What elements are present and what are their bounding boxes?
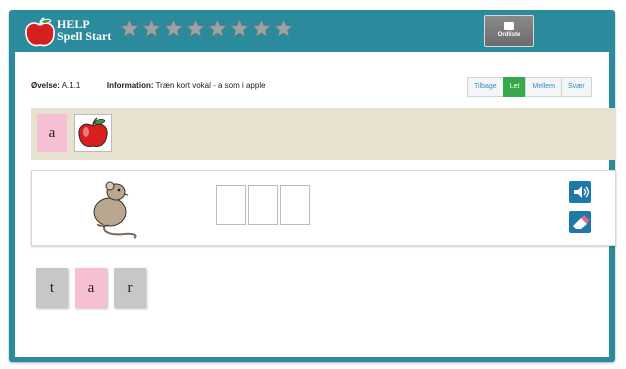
app-window: HELP Spell Start Ordliste Øvelse: A.1.1 … <box>9 10 616 362</box>
rat-icon <box>93 181 137 239</box>
exercise-value: A.1.1 <box>61 81 81 90</box>
exercise-label: Øvelse: <box>31 81 60 90</box>
app-brand: HELP Spell Start <box>57 18 111 42</box>
exercise-info: Øvelse: A.1.1 Information: Træn kort vok… <box>31 81 266 90</box>
star-icon <box>207 18 228 38</box>
level-selector: Tilbage Let Mellem Svær <box>467 77 592 97</box>
star-icon <box>119 18 140 38</box>
main-panel: Øvelse: A.1.1 Information: Træn kort vok… <box>15 52 616 357</box>
level-easy-button[interactable]: Let <box>502 77 527 97</box>
speaker-icon <box>574 186 589 198</box>
eraser-button[interactable] <box>569 211 591 233</box>
header: HELP Spell Start Ordliste <box>9 10 615 52</box>
dictionary-label: Ordliste <box>497 32 521 38</box>
letter-slot-2[interactable] <box>248 185 278 225</box>
level-hard-button[interactable]: Svær <box>561 77 592 97</box>
target-area: a <box>31 108 616 160</box>
letter-tile-r[interactable]: r <box>114 268 146 308</box>
target-letter: a <box>37 114 67 152</box>
info-label: Information: <box>106 81 154 90</box>
apple-icon <box>78 117 108 147</box>
letter-tile-a[interactable]: a <box>75 268 107 308</box>
star-icon <box>251 18 272 38</box>
progress-stars <box>119 18 294 39</box>
target-picture <box>74 114 112 152</box>
letter-tile-t[interactable]: t <box>36 268 68 308</box>
brand-line2: Spell Start <box>57 29 112 43</box>
letter-tiles: t a r <box>36 268 146 308</box>
star-icon <box>163 18 184 38</box>
book-icon <box>504 22 514 30</box>
spelling-workspace <box>31 170 616 246</box>
level-back-button[interactable]: Tilbage <box>467 77 504 97</box>
letter-slot-1[interactable] <box>216 185 246 225</box>
star-icon <box>185 18 206 38</box>
speaker-button[interactable] <box>569 181 591 203</box>
eraser-icon <box>573 215 589 229</box>
star-icon <box>141 18 162 38</box>
apple-icon <box>25 17 55 47</box>
info-text: Træn kort vokal - a som i apple <box>155 81 266 90</box>
letter-slot-3[interactable] <box>280 185 310 225</box>
star-icon <box>273 18 294 38</box>
star-icon <box>229 18 250 38</box>
level-medium-button[interactable]: Mellem <box>525 77 562 97</box>
dictionary-button[interactable]: Ordliste <box>484 15 534 47</box>
